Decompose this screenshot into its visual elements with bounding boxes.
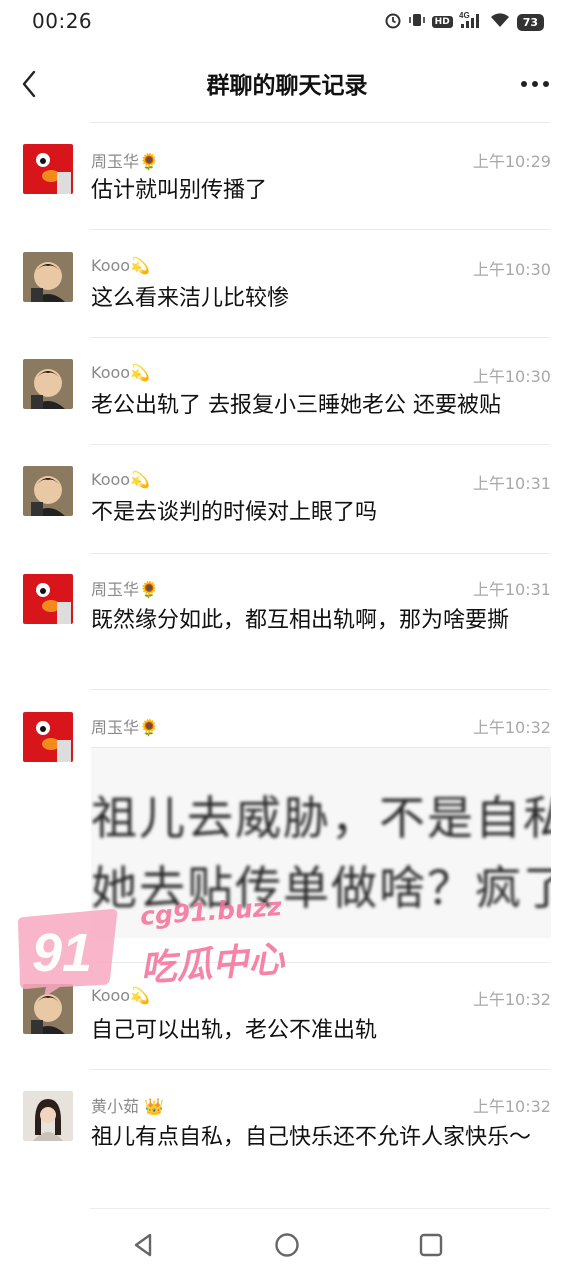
circle-home-icon [275, 1233, 299, 1257]
nav-back-button[interactable] [129, 1230, 159, 1260]
svg-text:4G: 4G [459, 11, 470, 20]
watermark-number: 91 [32, 923, 92, 983]
more-dots-icon [521, 81, 549, 87]
status-icons: HD 4G 73 [384, 11, 544, 33]
more-button[interactable] [520, 76, 550, 90]
hd-icon: HD [431, 16, 453, 28]
sender-name: Kooo💫 [91, 256, 150, 275]
avatar[interactable] [23, 984, 73, 1034]
image-message[interactable]: 祖儿去威胁，不是自私 她去贴传单做啥？疯了 [91, 747, 551, 938]
avatar[interactable] [23, 252, 73, 302]
sender-name: Kooo💫 [91, 986, 150, 1005]
wifi-icon [489, 11, 511, 33]
message-text: 自己可以出轨，老公不准出轨 [91, 1018, 378, 1043]
message-time: 上午10:31 [472, 474, 551, 493]
divider [90, 122, 550, 123]
message-text: 估计就叫别传播了 [91, 178, 268, 203]
message-time: 上午10:29 [472, 152, 551, 171]
message-text: 祖儿有点自私，自己快乐还不允许人家快乐～ [91, 1125, 532, 1150]
divider [90, 1069, 550, 1070]
triangle-back-icon [134, 1233, 152, 1257]
sender-name: 周玉华🌻 [91, 718, 159, 737]
sender-name: 周玉华🌻 [91, 152, 159, 171]
watermark-label: 吃瓜中心 [138, 939, 286, 990]
message-text: 既然缘分如此，都互相出轨啊，那为啥要撕 [91, 608, 510, 633]
message-time: 上午10:32 [472, 990, 551, 1009]
divider [90, 689, 550, 690]
avatar[interactable] [23, 712, 73, 762]
alarm-icon [384, 11, 402, 33]
clock: 00:26 [32, 9, 93, 33]
divider [90, 962, 550, 963]
vibrate-icon [408, 11, 426, 33]
message-text: 不是去谈判的时候对上眼了吗 [91, 500, 378, 525]
image-text-line: 她去贴传单做啥？疯了 [91, 861, 551, 915]
sender-name: Kooo💫 [91, 363, 150, 382]
battery-indicator: 73 [516, 13, 544, 31]
nav-home-button[interactable] [272, 1230, 302, 1260]
sender-name: 黄小茹 👑 [91, 1097, 165, 1116]
status-bar: 00:26 HD 4G 73 [0, 0, 574, 44]
message-text: 老公出轨了 去报复小三睡她老公 还要被贴 [91, 393, 501, 418]
divider [90, 337, 550, 338]
avatar[interactable] [23, 466, 73, 516]
message-time: 上午10:31 [472, 580, 551, 599]
top-bar: 群聊的聊天记录 [0, 44, 574, 122]
message-time: 上午10:32 [472, 718, 551, 737]
message-time: 上午10:32 [472, 1097, 551, 1116]
nav-recents-button[interactable] [416, 1230, 446, 1260]
image-text-line: 祖儿去威胁，不是自私 [91, 791, 551, 845]
signal-icon: 4G [459, 11, 483, 33]
avatar[interactable] [23, 1091, 73, 1141]
divider [90, 229, 550, 230]
sender-name: 周玉华🌻 [91, 580, 159, 599]
divider [90, 444, 550, 445]
sender-name: Kooo💫 [91, 470, 150, 489]
divider [90, 553, 550, 554]
avatar[interactable] [23, 359, 73, 409]
avatar[interactable] [23, 574, 73, 624]
message-time: 上午10:30 [472, 260, 551, 279]
message-time: 上午10:30 [472, 367, 551, 386]
avatar[interactable] [23, 144, 73, 194]
message-text: 这么看来洁儿比较惨 [91, 286, 290, 311]
system-nav-bar [0, 1208, 574, 1280]
square-recents-icon [419, 1233, 443, 1257]
page-title: 群聊的聊天记录 [206, 73, 368, 99]
